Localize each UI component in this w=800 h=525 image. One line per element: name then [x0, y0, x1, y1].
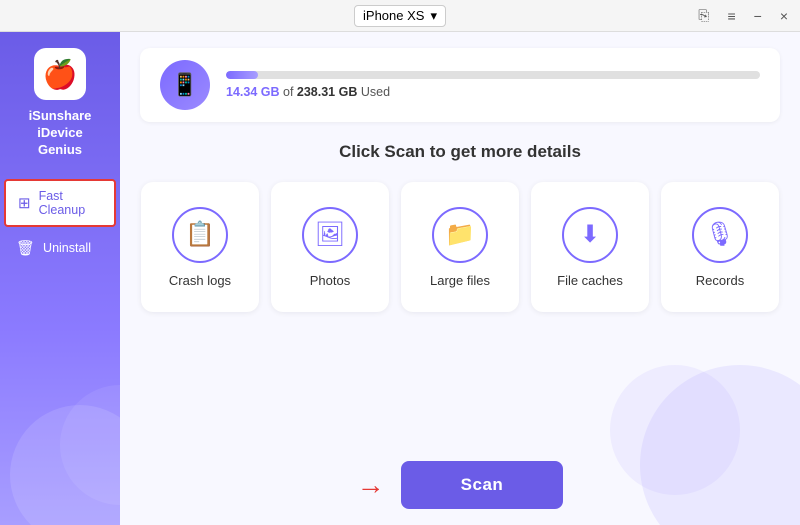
file-caches-icon-circle: ⬇ — [562, 207, 618, 263]
sidebar: 🍎 iSunshareiDeviceGenius ⊞ Fast Cleanup … — [0, 32, 120, 525]
feature-card-large-files[interactable]: 📁 Large files — [401, 182, 519, 312]
close-button[interactable]: × — [776, 8, 792, 24]
records-icon-circle: 🎙 — [692, 207, 748, 263]
photos-icon-circle: 🖼 — [302, 207, 358, 263]
app-logo: 🍎 — [34, 48, 86, 100]
large-files-label: Large files — [430, 273, 490, 288]
scan-button[interactable]: Scan — [401, 461, 564, 509]
feature-cards: 📋 Crash logs 🖼 Photos 📁 Large files ⬇ — [140, 182, 780, 312]
file-caches-label: File caches — [557, 273, 623, 288]
records-label: Records — [696, 273, 744, 288]
phone-icon: 📱 — [171, 72, 198, 98]
large-files-icon-circle: 📁 — [432, 207, 488, 263]
sidebar-item-uninstall-label: Uninstall — [43, 241, 91, 255]
large-files-icon: 📁 — [445, 220, 475, 249]
device-selector[interactable]: iPhone XS ▾ — [354, 5, 446, 27]
storage-total: 238.31 GB — [297, 85, 357, 99]
title-bar: iPhone XS ▾ ⎘ ≡ − × — [0, 0, 800, 32]
device-selector-value: iPhone XS — [363, 8, 424, 23]
share-button[interactable]: ⎘ — [694, 7, 713, 24]
uninstall-icon: 🗑 — [16, 239, 35, 257]
storage-of: of — [283, 85, 297, 99]
storage-suffix: Used — [361, 85, 390, 99]
content-area: 📱 14.34 GB of 238.31 GB Used Click Scan … — [120, 32, 800, 525]
file-caches-icon: ⬇ — [580, 220, 600, 249]
title-bar-controls: ⎘ ≡ − × — [694, 7, 792, 24]
feature-card-records[interactable]: 🎙 Records — [661, 182, 779, 312]
sidebar-item-uninstall[interactable]: 🗑 Uninstall — [4, 231, 116, 265]
crash-logs-icon: 📋 — [185, 220, 215, 249]
photos-label: Photos — [310, 273, 350, 288]
main-layout: 🍎 iSunshareiDeviceGenius ⊞ Fast Cleanup … — [0, 32, 800, 525]
sidebar-item-fast-cleanup[interactable]: ⊞ Fast Cleanup — [4, 179, 116, 227]
storage-bar-track — [226, 71, 760, 79]
scan-prompt: Click Scan to get more details — [140, 142, 780, 162]
storage-bar-fill — [226, 71, 258, 79]
records-icon: 🎙 — [705, 220, 735, 249]
feature-card-file-caches[interactable]: ⬇ File caches — [531, 182, 649, 312]
crash-logs-label: Crash logs — [169, 273, 231, 288]
scan-section: → Scan — [140, 461, 780, 509]
device-info-bar: 📱 14.34 GB of 238.31 GB Used — [140, 48, 780, 122]
feature-card-crash-logs[interactable]: 📋 Crash logs — [141, 182, 259, 312]
menu-button[interactable]: ≡ — [723, 8, 739, 24]
sidebar-menu: ⊞ Fast Cleanup 🗑 Uninstall — [0, 179, 120, 265]
device-storage: 14.34 GB of 238.31 GB Used — [226, 71, 760, 99]
feature-card-photos[interactable]: 🖼 Photos — [271, 182, 389, 312]
storage-text: 14.34 GB of 238.31 GB Used — [226, 85, 760, 99]
device-icon: 📱 — [160, 60, 210, 110]
fast-cleanup-icon: ⊞ — [18, 194, 31, 212]
storage-used: 14.34 GB — [226, 85, 280, 99]
app-name: iSunshareiDeviceGenius — [29, 108, 92, 159]
scan-arrow-icon: → — [357, 469, 385, 501]
minimize-button[interactable]: − — [750, 8, 766, 24]
sidebar-item-fast-cleanup-label: Fast Cleanup — [39, 189, 102, 217]
crash-logs-icon-circle: 📋 — [172, 207, 228, 263]
photos-icon: 🖼 — [315, 220, 345, 249]
dropdown-arrow-icon: ▾ — [430, 8, 437, 24]
logo-icon: 🍎 — [43, 58, 78, 91]
